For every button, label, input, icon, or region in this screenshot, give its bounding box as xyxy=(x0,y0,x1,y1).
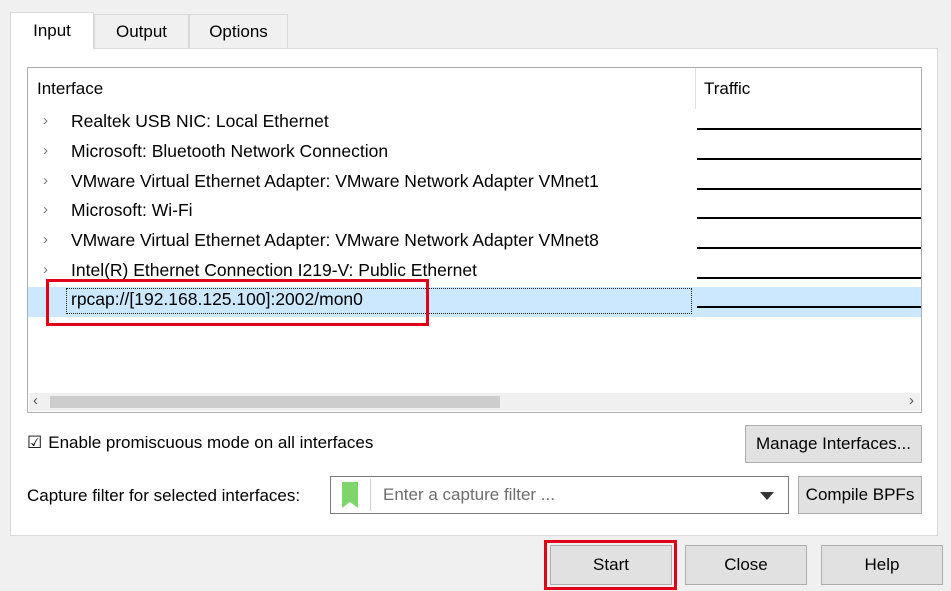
compile-bpfs-label: Compile BPFs xyxy=(805,485,915,504)
help-button-label: Help xyxy=(864,555,900,574)
tab-input-label: Input xyxy=(33,21,71,40)
chevron-right-icon[interactable]: › xyxy=(43,172,48,189)
start-button-label: Start xyxy=(593,555,629,574)
tab-options[interactable]: Options xyxy=(189,14,288,48)
interface-name: Intel(R) Ethernet Connection I219-V: Pub… xyxy=(71,260,477,280)
traffic-sparkline xyxy=(697,128,921,130)
dialog-button-bar xyxy=(0,536,951,591)
tab-options-label: Options xyxy=(209,21,268,41)
chevron-right-icon[interactable]: › xyxy=(43,142,48,159)
bookmark-icon[interactable] xyxy=(342,482,358,508)
promiscuous-mode-checkbox[interactable]: ☑ Enable promiscuous mode on all interfa… xyxy=(27,433,373,453)
tab-input[interactable]: Input xyxy=(10,12,94,49)
chevron-right-icon[interactable]: › xyxy=(43,231,48,248)
interface-name: rpcap://[192.168.125.100]:2002/mon0 xyxy=(71,289,363,309)
traffic-sparkline xyxy=(697,247,921,249)
traffic-sparkline xyxy=(697,217,921,219)
interface-row[interactable]: › Realtek USB NIC: Local Ethernet xyxy=(28,109,921,139)
checkbox-checked-icon[interactable]: ☑ xyxy=(27,433,42,453)
traffic-sparkline xyxy=(697,158,921,160)
interface-name: Microsoft: Bluetooth Network Connection xyxy=(71,141,389,161)
field-separator xyxy=(370,479,371,511)
interface-row[interactable]: › VMware Virtual Ethernet Adapter: VMwar… xyxy=(28,169,921,199)
column-header-traffic[interactable]: Traffic xyxy=(704,79,750,99)
interface-row[interactable]: › Microsoft: Bluetooth Network Connectio… xyxy=(28,139,921,169)
tab-output-label: Output xyxy=(115,21,168,41)
help-button[interactable]: Help xyxy=(821,545,943,585)
column-divider[interactable] xyxy=(695,68,696,109)
scroll-right-icon[interactable]: › xyxy=(909,392,914,409)
interface-list[interactable]: Interface Traffic › Realtek USB NIC: Loc… xyxy=(27,67,922,413)
chevron-right-icon[interactable]: › xyxy=(43,261,48,278)
interface-name: Microsoft: Wi-Fi xyxy=(71,200,193,220)
start-button[interactable]: Start xyxy=(550,545,672,585)
traffic-sparkline xyxy=(697,306,921,308)
capture-filter-placeholder: Enter a capture filter ... xyxy=(383,485,555,504)
dropdown-arrow-icon[interactable] xyxy=(760,492,774,500)
interface-name: VMware Virtual Ethernet Adapter: VMware … xyxy=(71,230,599,250)
close-button[interactable]: Close xyxy=(685,545,807,585)
interface-name: VMware Virtual Ethernet Adapter: VMware … xyxy=(71,171,599,191)
interface-name: Realtek USB NIC: Local Ethernet xyxy=(71,111,329,131)
capture-filter-label: Capture filter for selected interfaces: xyxy=(27,486,301,505)
chevron-right-icon[interactable]: › xyxy=(43,201,48,218)
interface-row[interactable]: › Intel(R) Ethernet Connection I219-V: P… xyxy=(28,258,921,288)
chevron-right-icon[interactable]: › xyxy=(43,112,48,129)
manage-interfaces-button[interactable]: Manage Interfaces... xyxy=(745,425,922,463)
promiscuous-mode-label: Enable promiscuous mode on all interface… xyxy=(48,433,374,452)
traffic-sparkline xyxy=(697,277,921,279)
scrollbar-thumb[interactable] xyxy=(50,396,500,408)
tab-output[interactable]: Output xyxy=(94,14,189,48)
interface-row[interactable]: › Microsoft: Wi-Fi xyxy=(28,198,921,228)
compile-bpfs-button[interactable]: Compile BPFs xyxy=(798,476,922,514)
horizontal-scrollbar[interactable]: ‹ › xyxy=(29,392,920,411)
interface-row[interactable]: › VMware Virtual Ethernet Adapter: VMwar… xyxy=(28,228,921,258)
manage-interfaces-label: Manage Interfaces... xyxy=(756,434,911,453)
capture-filter-input[interactable]: Enter a capture filter ... xyxy=(330,476,789,514)
traffic-sparkline xyxy=(697,188,921,190)
interface-row-selected[interactable]: rpcap://[192.168.125.100]:2002/mon0 xyxy=(28,287,921,317)
close-button-label: Close xyxy=(724,555,768,574)
column-header-interface[interactable]: Interface xyxy=(37,79,103,99)
scroll-left-icon[interactable]: ‹ xyxy=(33,392,38,409)
